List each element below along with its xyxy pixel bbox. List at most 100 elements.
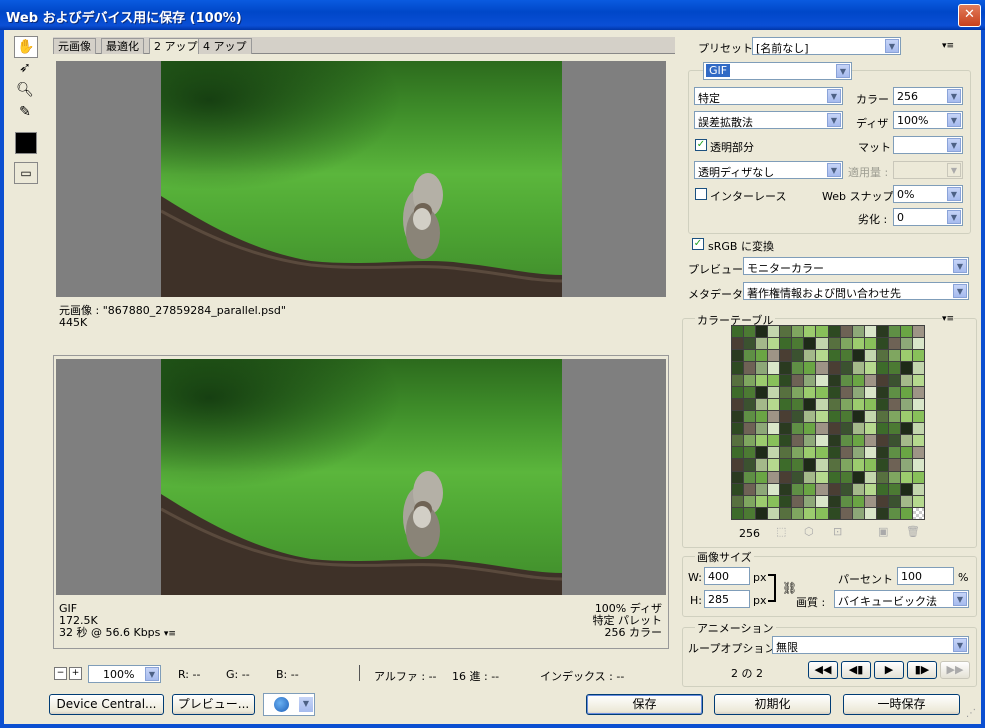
color-swatch[interactable] xyxy=(780,386,792,398)
color-swatch[interactable] xyxy=(852,447,864,459)
color-swatch[interactable] xyxy=(840,326,852,338)
color-swatch[interactable] xyxy=(828,350,840,362)
color-swatch[interactable] xyxy=(876,410,888,422)
color-swatch[interactable] xyxy=(744,459,756,471)
color-swatch[interactable] xyxy=(792,338,804,350)
map-to-transparent-icon[interactable]: ⬚ xyxy=(776,525,786,538)
delete-color-icon[interactable]: 🗑︎ xyxy=(906,525,920,538)
color-swatch[interactable] xyxy=(768,423,780,435)
color-swatch[interactable] xyxy=(912,350,924,362)
color-swatch[interactable] xyxy=(816,423,828,435)
color-swatch[interactable] xyxy=(732,483,744,495)
hand-tool-icon[interactable]: ✋ xyxy=(14,36,38,58)
color-swatch[interactable] xyxy=(816,350,828,362)
color-swatch[interactable] xyxy=(756,471,768,483)
color-swatch[interactable] xyxy=(912,374,924,386)
color-swatch[interactable] xyxy=(768,410,780,422)
color-swatch[interactable] xyxy=(804,447,816,459)
color-swatch[interactable] xyxy=(864,495,876,507)
color-swatch[interactable] xyxy=(912,326,924,338)
preview-button[interactable]: プレビュー... xyxy=(172,694,255,715)
preset-select[interactable]: [名前なし] ▼ xyxy=(752,37,901,55)
color-swatch[interactable] xyxy=(888,362,900,374)
color-swatch[interactable] xyxy=(780,447,792,459)
color-swatch[interactable] xyxy=(864,362,876,374)
color-swatch[interactable] xyxy=(900,483,912,495)
color-swatch[interactable] xyxy=(816,386,828,398)
color-swatch[interactable] xyxy=(852,326,864,338)
color-swatch[interactable] xyxy=(756,483,768,495)
color-swatch[interactable] xyxy=(768,459,780,471)
color-swatch[interactable] xyxy=(828,447,840,459)
color-swatch[interactable] xyxy=(792,483,804,495)
color-swatch[interactable] xyxy=(864,374,876,386)
color-swatch[interactable] xyxy=(756,435,768,447)
color-swatch[interactable] xyxy=(756,362,768,374)
color-swatch[interactable] xyxy=(744,435,756,447)
eyedropper-tool-icon[interactable]: ✎ xyxy=(14,102,36,122)
color-swatch[interactable] xyxy=(732,338,744,350)
color-swatch[interactable] xyxy=(900,362,912,374)
color-swatch[interactable] xyxy=(756,338,768,350)
color-swatch[interactable] xyxy=(912,386,924,398)
color-swatch[interactable] xyxy=(912,338,924,350)
color-swatch[interactable] xyxy=(840,495,852,507)
color-swatch[interactable] xyxy=(732,435,744,447)
color-swatch[interactable] xyxy=(876,362,888,374)
color-swatch[interactable] xyxy=(732,374,744,386)
color-swatch[interactable] xyxy=(732,326,744,338)
play-button[interactable]: ▶ xyxy=(874,661,904,679)
websnap-select[interactable]: 0% ▼ xyxy=(893,185,963,203)
color-swatch[interactable] xyxy=(828,483,840,495)
color-swatch[interactable] xyxy=(876,447,888,459)
color-swatch[interactable] xyxy=(876,483,888,495)
quality-select[interactable]: バイキュービック法 ▼ xyxy=(834,590,969,608)
color-swatch[interactable] xyxy=(780,483,792,495)
color-swatch[interactable] xyxy=(852,362,864,374)
zoom-level-select[interactable]: 100% ▼ xyxy=(88,665,161,683)
zoom-in-button[interactable]: + xyxy=(69,667,82,680)
color-swatch[interactable] xyxy=(744,495,756,507)
file-format-select[interactable]: GIF ▼ xyxy=(703,62,852,80)
color-swatch[interactable] xyxy=(756,374,768,386)
color-swatch[interactable] xyxy=(816,471,828,483)
color-swatch[interactable] xyxy=(876,459,888,471)
color-swatch[interactable] xyxy=(756,459,768,471)
transparency-checkbox[interactable]: ✓ xyxy=(695,139,707,151)
color-swatch[interactable] xyxy=(912,483,924,495)
color-swatch[interactable] xyxy=(900,459,912,471)
color-swatch[interactable] xyxy=(780,374,792,386)
color-swatch[interactable] xyxy=(864,350,876,362)
color-swatch[interactable] xyxy=(756,507,768,519)
color-swatch[interactable] xyxy=(864,338,876,350)
color-swatch[interactable] xyxy=(744,507,756,519)
color-swatch[interactable] xyxy=(756,447,768,459)
color-swatch[interactable] xyxy=(780,495,792,507)
color-swatch[interactable] xyxy=(852,398,864,410)
color-swatch[interactable] xyxy=(816,410,828,422)
remember-button[interactable]: 一時保存 xyxy=(843,694,960,715)
color-swatch[interactable] xyxy=(888,495,900,507)
color-swatch[interactable] xyxy=(816,326,828,338)
color-swatch[interactable] xyxy=(768,374,780,386)
color-swatch[interactable] xyxy=(780,507,792,519)
optimize-menu-icon[interactable]: ▾≡ xyxy=(942,41,954,51)
color-swatch[interactable] xyxy=(852,350,864,362)
color-swatch[interactable] xyxy=(828,435,840,447)
color-swatch[interactable] xyxy=(912,362,924,374)
color-swatch[interactable] xyxy=(828,362,840,374)
color-swatch[interactable] xyxy=(888,326,900,338)
color-swatch[interactable] xyxy=(744,326,756,338)
color-swatch[interactable] xyxy=(768,483,780,495)
color-swatch[interactable] xyxy=(900,507,912,519)
color-swatch[interactable] xyxy=(768,350,780,362)
color-swatch[interactable] xyxy=(792,350,804,362)
color-swatch[interactable] xyxy=(732,398,744,410)
color-swatch[interactable] xyxy=(780,398,792,410)
matte-select[interactable]: ▼ xyxy=(893,136,963,154)
color-swatch[interactable] xyxy=(756,326,768,338)
color-swatch[interactable] xyxy=(900,423,912,435)
color-swatch[interactable] xyxy=(768,471,780,483)
color-swatch[interactable] xyxy=(888,410,900,422)
color-swatch[interactable] xyxy=(828,410,840,422)
